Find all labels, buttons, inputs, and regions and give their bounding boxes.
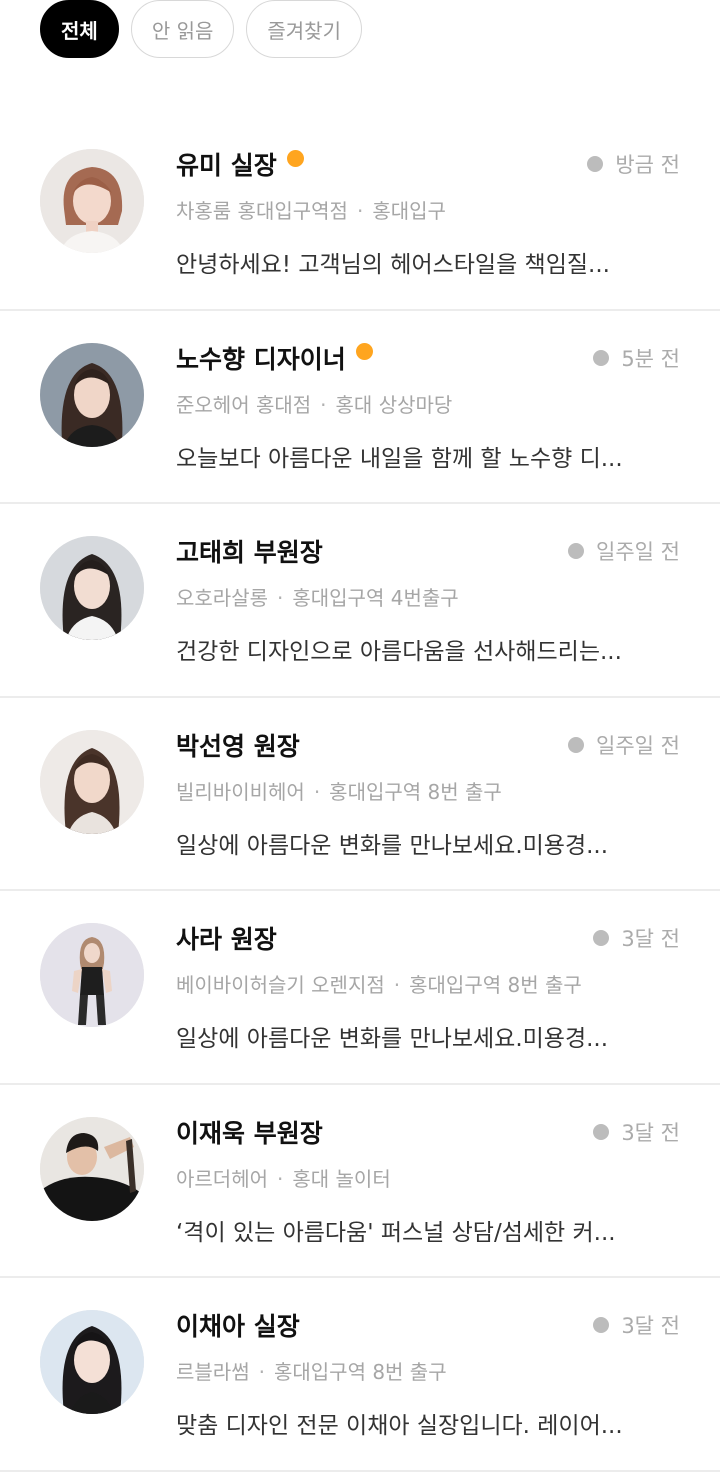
shop-location: 홍대 놀이터 — [292, 1166, 391, 1191]
avatar — [40, 1116, 144, 1221]
chat-preview: 오늘보다 아름다운 내일을 함께 할 노수향 디... — [176, 445, 623, 472]
chat-time: 3달 전 — [593, 1117, 680, 1147]
chat-list-item[interactable]: 노수향 디자이너 5분 전 준오헤어 홍대점 · 홍대 상상마당 오늘보다 아름다운… — [0, 311, 720, 504]
chat-name: 박선영 원장 — [176, 731, 300, 761]
chat-time: 3달 전 — [593, 1310, 680, 1340]
time-dot-icon — [568, 736, 585, 753]
chat-name: 이채아 실장 — [176, 1312, 300, 1341]
shop-name: 오호라살롱 — [176, 586, 268, 610]
chat-list-item[interactable]: 이재욱 부원장 3달 전 아르더헤어 · 홍대 놀이터 ‘격이 있는 아름다움' 퍼… — [0, 1085, 720, 1278]
shop-location: 홍대입구 — [372, 199, 446, 223]
chat-time-label: 3달 전 — [621, 927, 680, 951]
separator-dot: · — [393, 973, 401, 997]
chat-time-label: 일주일 전 — [596, 733, 680, 758]
chat-preview: 건강한 디자인으로 아름다움을 선사해드리는... — [176, 639, 622, 665]
time-dot-icon — [593, 930, 610, 946]
shop-location: 홍대입구역 8번 출구 — [409, 973, 582, 997]
avatar — [40, 1310, 144, 1414]
profile-photo-icon — [40, 1310, 144, 1414]
chat-name: 사라 원장 — [176, 925, 277, 954]
time-dot-icon — [593, 349, 610, 366]
chat-preview: 일상에 아름다운 변화를 만나보세요.미용경... — [176, 1026, 609, 1052]
separator-dot: · — [356, 199, 364, 223]
profile-photo-icon — [40, 1116, 144, 1221]
separator-dot: · — [258, 1360, 265, 1384]
chat-time-label: 3달 전 — [621, 1120, 680, 1145]
chat-name: 유미 실장 — [176, 151, 277, 180]
chat-list-item[interactable]: 유미 실장 방금 전 차홍룸 홍대입구역점 · 홍대입구 안녕하세요! 고객님의 헤… — [0, 117, 720, 311]
avatar — [40, 729, 144, 834]
unread-indicator — [286, 149, 304, 167]
profile-photo-icon — [40, 923, 144, 1027]
chat-preview: 안녕하세요! 고객님의 헤어스타일을 책임질... — [176, 252, 610, 278]
chat-shop-line: 베이바이허슬기 오렌지점 · 홍대입구역 8번 출구 — [176, 969, 582, 998]
shop-name: 차홍룸 홍대입구역점 — [176, 199, 348, 223]
chat-preview: ‘격이 있는 아름다움' 퍼스널 상담/섬세한 커... — [176, 1219, 616, 1246]
chat-shop-line: 르블라썸 · 홍대입구역 8번 출구 — [176, 1356, 447, 1385]
chat-time-label: 3달 전 — [621, 1314, 680, 1338]
avatar — [40, 342, 144, 447]
chat-preview: 맞춤 디자인 전문 이채아 실장입니다. 레이어... — [176, 1413, 623, 1439]
profile-photo-icon — [40, 149, 144, 253]
chat-shop-line: 차홍룸 홍대입구역점 · 홍대입구 — [176, 195, 446, 224]
chat-shop-line: 빌리바이비헤어 · 홍대입구역 8번 출구 — [176, 776, 502, 805]
avatar — [40, 149, 144, 253]
chat-time: 일주일 전 — [568, 730, 680, 760]
unread-indicator — [355, 343, 373, 360]
avatar — [40, 923, 144, 1027]
chat-shop-line: 준오헤어 홍대점 · 홍대 상상마당 — [176, 389, 452, 418]
chat-time: 방금 전 — [587, 149, 680, 179]
chat-time-label: 방금 전 — [615, 153, 680, 177]
shop-name: 빌리바이비헤어 — [176, 779, 305, 804]
chat-shop-line: 오호라살롱 · 홍대입구역 4번출구 — [176, 582, 459, 611]
chat-name: 이재욱 부원장 — [176, 1118, 323, 1148]
separator-dot: · — [277, 1166, 284, 1191]
profile-photo-icon — [40, 342, 144, 447]
time-dot-icon — [568, 543, 585, 559]
chat-list: 유미 실장 방금 전 차홍룸 홍대입구역점 · 홍대입구 안녕하세요! 고객님의 헤… — [0, 117, 720, 1472]
chat-name: 노수향 디자이너 — [176, 344, 346, 374]
chat-time-label: 일주일 전 — [596, 540, 680, 564]
filter-chip-unread[interactable]: 안 읽음 — [130, 0, 235, 58]
time-dot-icon — [593, 1317, 610, 1333]
chat-time-label: 5분 전 — [621, 346, 680, 371]
separator-dot: · — [313, 779, 321, 804]
chat-list-item[interactable]: 사라 원장 3달 전 베이바이허슬기 오렌지점 · 홍대입구역 8번 출구 일상에 … — [0, 891, 720, 1085]
shop-location: 홍대입구역 4번출구 — [292, 586, 459, 610]
chat-shop-line: 아르더헤어 · 홍대 놀이터 — [176, 1163, 391, 1192]
separator-dot: · — [320, 392, 327, 417]
shop-name: 르블라썸 — [176, 1360, 250, 1384]
shop-name: 아르더헤어 — [176, 1166, 268, 1191]
time-dot-icon — [593, 1123, 610, 1140]
avatar — [40, 536, 144, 640]
shop-location: 홍대입구역 8번 출구 — [329, 779, 502, 804]
time-dot-icon — [587, 156, 604, 172]
chat-preview: 일상에 아름다운 변화를 만나보세요.미용경... — [176, 832, 609, 859]
chat-list-item[interactable]: 이채아 실장 3달 전 르블라썸 · 홍대입구역 8번 출구 맞춤 디자인 전문 이… — [0, 1278, 720, 1472]
shop-location: 홍대입구역 8번 출구 — [273, 1360, 447, 1384]
filter-chip-favorites[interactable]: 즐겨찾기 — [246, 0, 362, 58]
chat-time: 3달 전 — [593, 923, 680, 953]
chat-time: 5분 전 — [593, 343, 680, 373]
shop-name: 베이바이허슬기 오렌지점 — [176, 973, 385, 997]
profile-photo-icon — [40, 729, 144, 834]
chat-list-item[interactable]: 고태희 부원장 일주일 전 오호라살롱 · 홍대입구역 4번출구 건강한 디자인으로… — [0, 504, 720, 698]
filter-chip-all[interactable]: 전체 — [40, 0, 119, 58]
separator-dot: · — [277, 586, 284, 610]
chat-time: 일주일 전 — [568, 536, 680, 566]
filter-chips: 전체 안 읽음 즐겨찾기 — [40, 0, 362, 60]
shop-location: 홍대 상상마당 — [335, 392, 453, 417]
chat-name: 고태희 부원장 — [176, 538, 323, 567]
chat-list-item[interactable]: 박선영 원장 일주일 전 빌리바이비헤어 · 홍대입구역 8번 출구 일상에 아름다… — [0, 698, 720, 891]
profile-photo-icon — [40, 536, 144, 640]
shop-name: 준오헤어 홍대점 — [176, 392, 312, 417]
